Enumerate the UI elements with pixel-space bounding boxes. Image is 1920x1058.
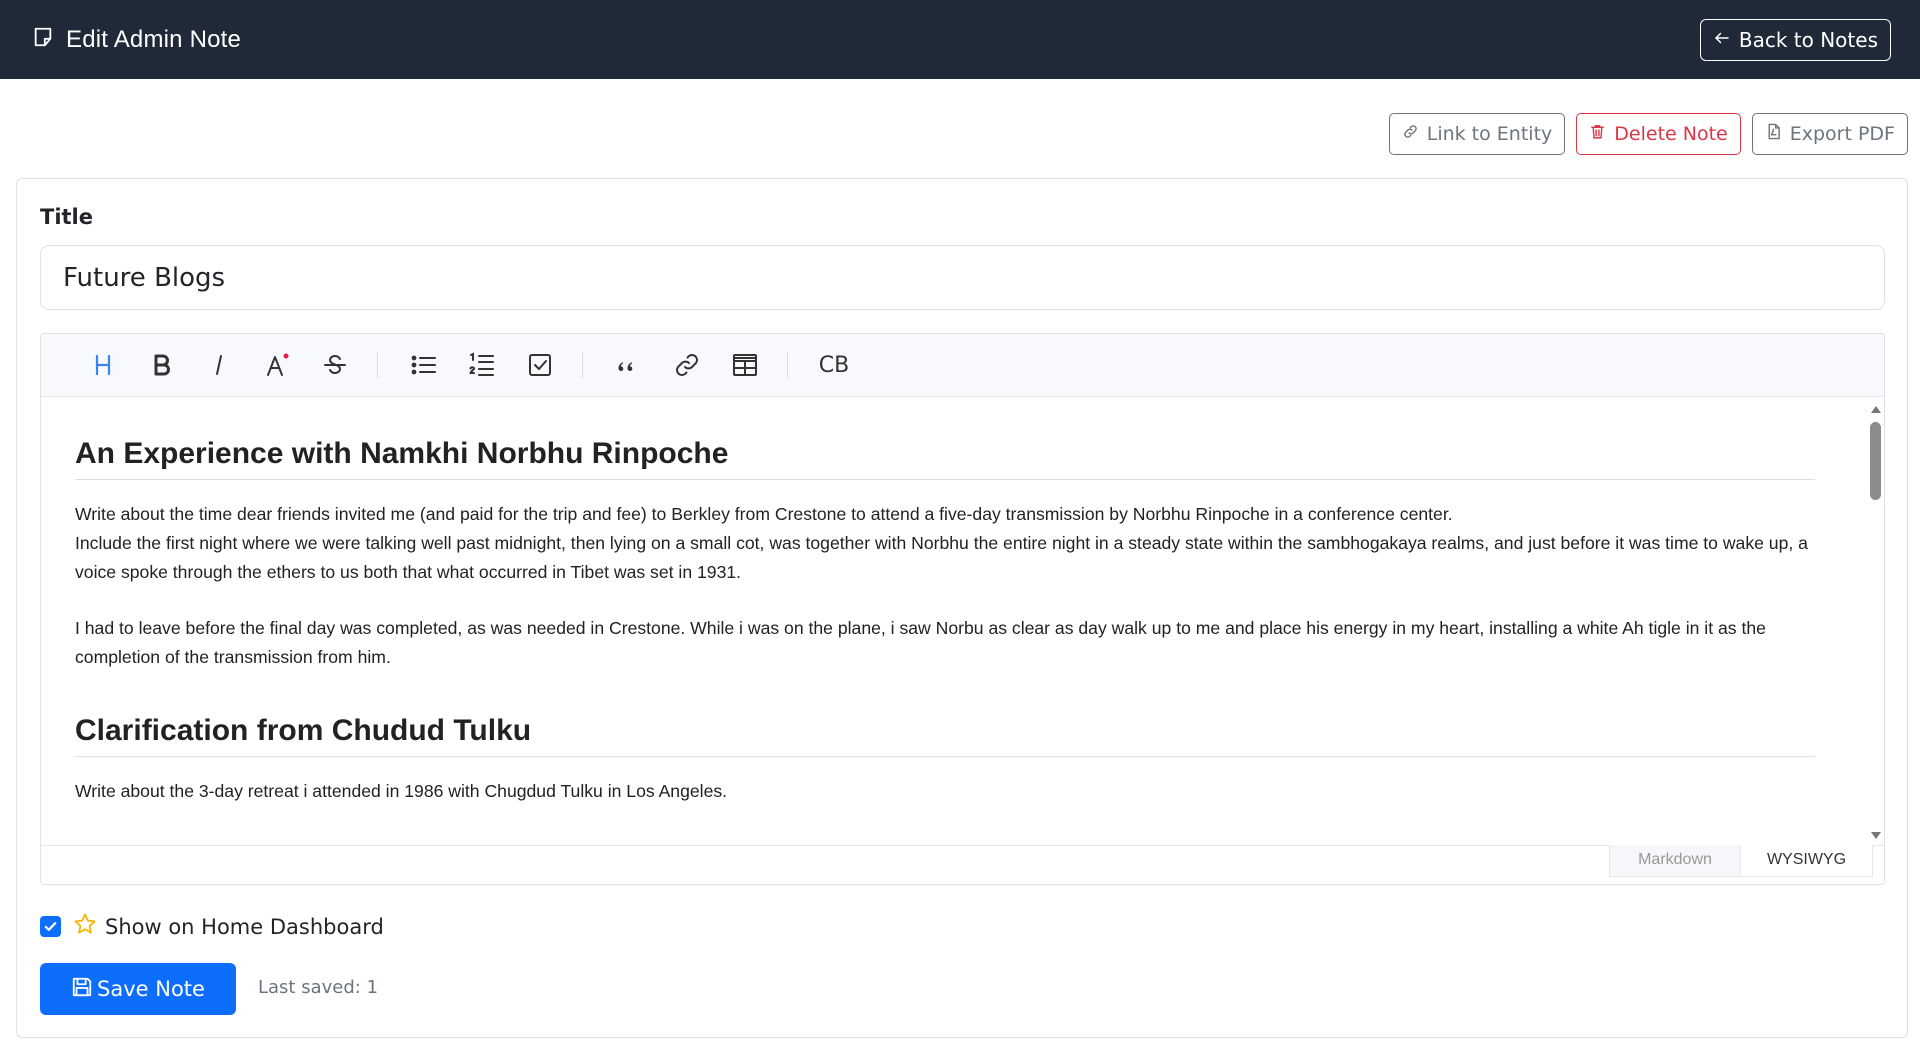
italic-icon [216, 355, 222, 375]
bold-icon [154, 354, 170, 376]
toolbar-separator [377, 352, 378, 378]
heading-icon [95, 354, 111, 376]
content-paragraph: I had to leave before the final day was … [75, 618, 1766, 667]
sticky-note-icon [32, 26, 54, 53]
checkbox-icon [529, 354, 551, 376]
link-icon [1402, 123, 1419, 145]
save-icon [71, 976, 93, 1003]
link-button[interactable] [671, 349, 703, 381]
save-note-button[interactable]: Save Note [40, 963, 236, 1015]
star-icon [73, 912, 97, 941]
link-to-entity-label: Link to Entity [1426, 123, 1553, 145]
brand: Edit Admin Note [32, 26, 241, 54]
top-navbar: Edit Admin Note Back to Notes [0, 0, 1920, 79]
rich-text-editor: CB An Experience with Namkhi Norbhu Rinp… [40, 333, 1885, 885]
table-button[interactable] [729, 349, 761, 381]
table-icon [733, 354, 757, 376]
quote-button[interactable] [613, 349, 645, 381]
ordered-list-button[interactable] [466, 349, 498, 381]
content-paragraph: Write about the time dear friends invite… [75, 504, 1453, 524]
editor-content[interactable]: An Experience with Namkhi Norbhu Rinpoch… [41, 397, 1869, 845]
wysiwyg-mode-tab[interactable]: WYSIWYG [1741, 844, 1873, 877]
arrow-left-icon [1713, 28, 1731, 52]
content-paragraph: Write about the 3-day retreat i attended… [75, 781, 728, 801]
title-label: Title [40, 205, 94, 229]
quote-icon [618, 362, 633, 371]
strikethrough-icon [324, 354, 346, 375]
export-pdf-button[interactable]: Export PDF [1751, 113, 1908, 155]
show-on-dashboard-row: Show on Home Dashboard [40, 912, 384, 941]
bold-button[interactable] [145, 349, 177, 381]
delete-note-button[interactable]: Delete Note [1576, 113, 1741, 155]
strikethrough-button[interactable] [319, 349, 351, 381]
task-list-button[interactable] [524, 349, 556, 381]
bullet-list-button[interactable] [408, 349, 440, 381]
text-color-button[interactable] [261, 349, 293, 381]
heading-button[interactable] [87, 349, 119, 381]
link-icon [676, 354, 698, 376]
title-input[interactable]: Future Blogs [40, 245, 1885, 310]
code-block-label: CB [818, 352, 850, 378]
note-actions: Link to Entity Delete Note Export PDF [1388, 113, 1908, 155]
file-pdf-icon [1765, 123, 1782, 145]
export-pdf-label: Export PDF [1789, 123, 1895, 145]
scrollbar-thumb[interactable] [1870, 422, 1881, 500]
back-to-notes-label: Back to Notes [1738, 27, 1878, 52]
editor-toolbar: CB [41, 334, 1884, 397]
italic-button[interactable] [203, 349, 235, 381]
note-form-card: Title Future Blogs CB An Experience with… [16, 178, 1908, 1038]
editor-scrollbar[interactable] [1867, 397, 1884, 845]
markdown-mode-tab[interactable]: Markdown [1609, 844, 1741, 877]
toolbar-separator [787, 352, 788, 378]
show-on-dashboard-checkbox[interactable] [40, 916, 61, 937]
bullet-list-icon [411, 355, 436, 375]
link-to-entity-button[interactable]: Link to Entity [1388, 113, 1566, 155]
save-note-label: Save Note [97, 977, 205, 1001]
page-title: Edit Admin Note [66, 25, 242, 53]
code-block-button[interactable]: CB [818, 349, 850, 381]
content-heading: Clarification from Chudud Tulku [75, 714, 1815, 757]
trash-icon [1589, 123, 1606, 145]
text-color-icon [267, 353, 289, 376]
delete-note-label: Delete Note [1614, 123, 1728, 145]
content-heading: An Experience with Namkhi Norbhu Rinpoch… [75, 437, 1815, 480]
last-saved-status: Last saved: 1 [258, 977, 379, 998]
editor-mode-bar: Markdown WYSIWYG [41, 844, 1884, 884]
show-on-dashboard-label: Show on Home Dashboard [105, 914, 384, 939]
scroll-down-arrow[interactable] [1871, 832, 1881, 839]
ordered-list-icon [469, 352, 494, 376]
content-paragraph: Include the first night where we were ta… [75, 533, 1808, 582]
scroll-up-arrow[interactable] [1871, 406, 1881, 413]
toolbar-separator [582, 352, 583, 378]
check-icon [44, 922, 57, 931]
back-to-notes-button[interactable]: Back to Notes [1699, 18, 1891, 61]
